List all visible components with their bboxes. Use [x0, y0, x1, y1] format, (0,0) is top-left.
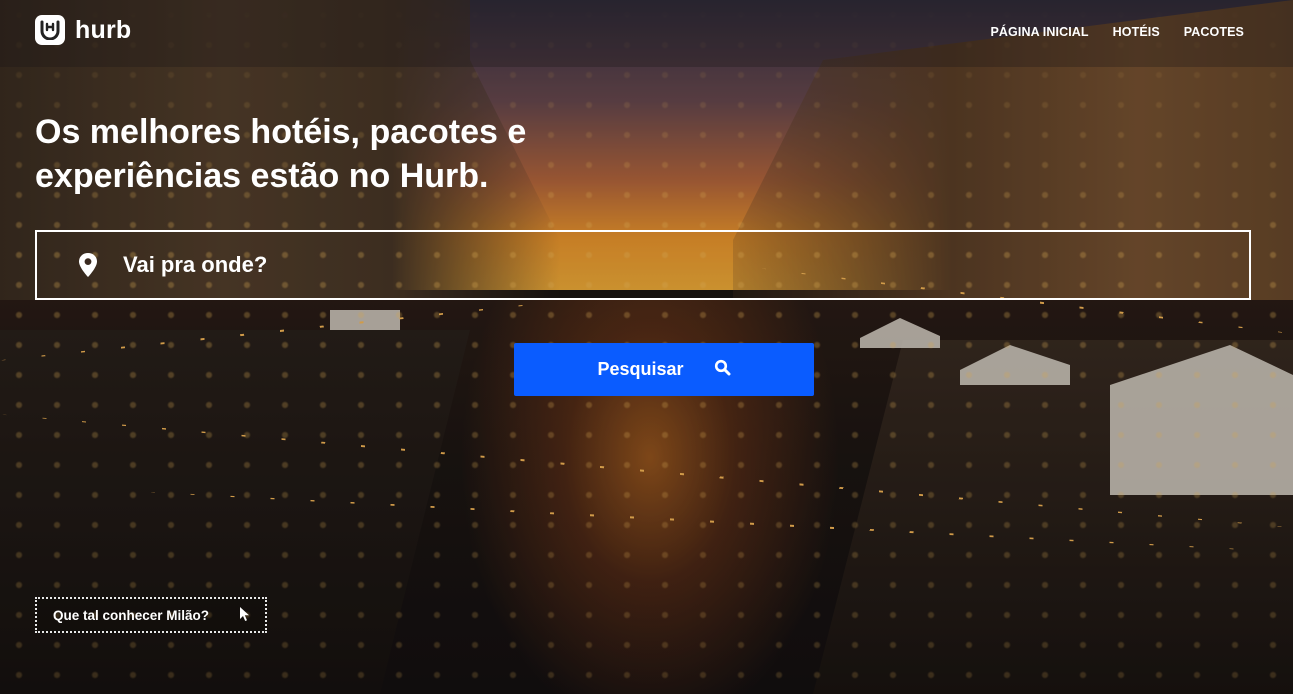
- nav-link-packages[interactable]: PACOTES: [1184, 25, 1244, 39]
- hurb-logo-icon: [35, 15, 65, 45]
- nav-link-home[interactable]: PÁGINA INICIAL: [990, 25, 1088, 39]
- search-button-label: Pesquisar: [597, 359, 684, 379]
- search-icon: [714, 359, 731, 381]
- headline-line-2: experiências estão no Hurb.: [35, 157, 489, 195]
- brand-name: hurb: [75, 15, 132, 44]
- destination-search-box[interactable]: [35, 230, 1251, 300]
- search-button[interactable]: Pesquisar: [514, 343, 814, 396]
- main-nav: PÁGINA INICIAL HOTÉIS PACOTES: [990, 25, 1244, 39]
- destination-suggestion-link[interactable]: Que tal conhecer Milão?: [35, 597, 267, 633]
- destination-search-input[interactable]: [121, 251, 1125, 279]
- suggestion-text: Que tal conhecer Milão?: [53, 607, 210, 623]
- map-pin-icon: [77, 252, 99, 278]
- brand-logo[interactable]: hurb: [35, 15, 131, 45]
- nav-link-hotels[interactable]: HOTÉIS: [1113, 25, 1160, 39]
- headline-line-1: Os melhores hotéis, pacotes e: [35, 113, 527, 151]
- page-headline: Os melhores hotéis, pacotes e experiênci…: [35, 110, 735, 198]
- top-header: hurb PÁGINA INICIAL HOTÉIS PACOTES: [0, 0, 1293, 67]
- cursor-icon: [239, 606, 250, 625]
